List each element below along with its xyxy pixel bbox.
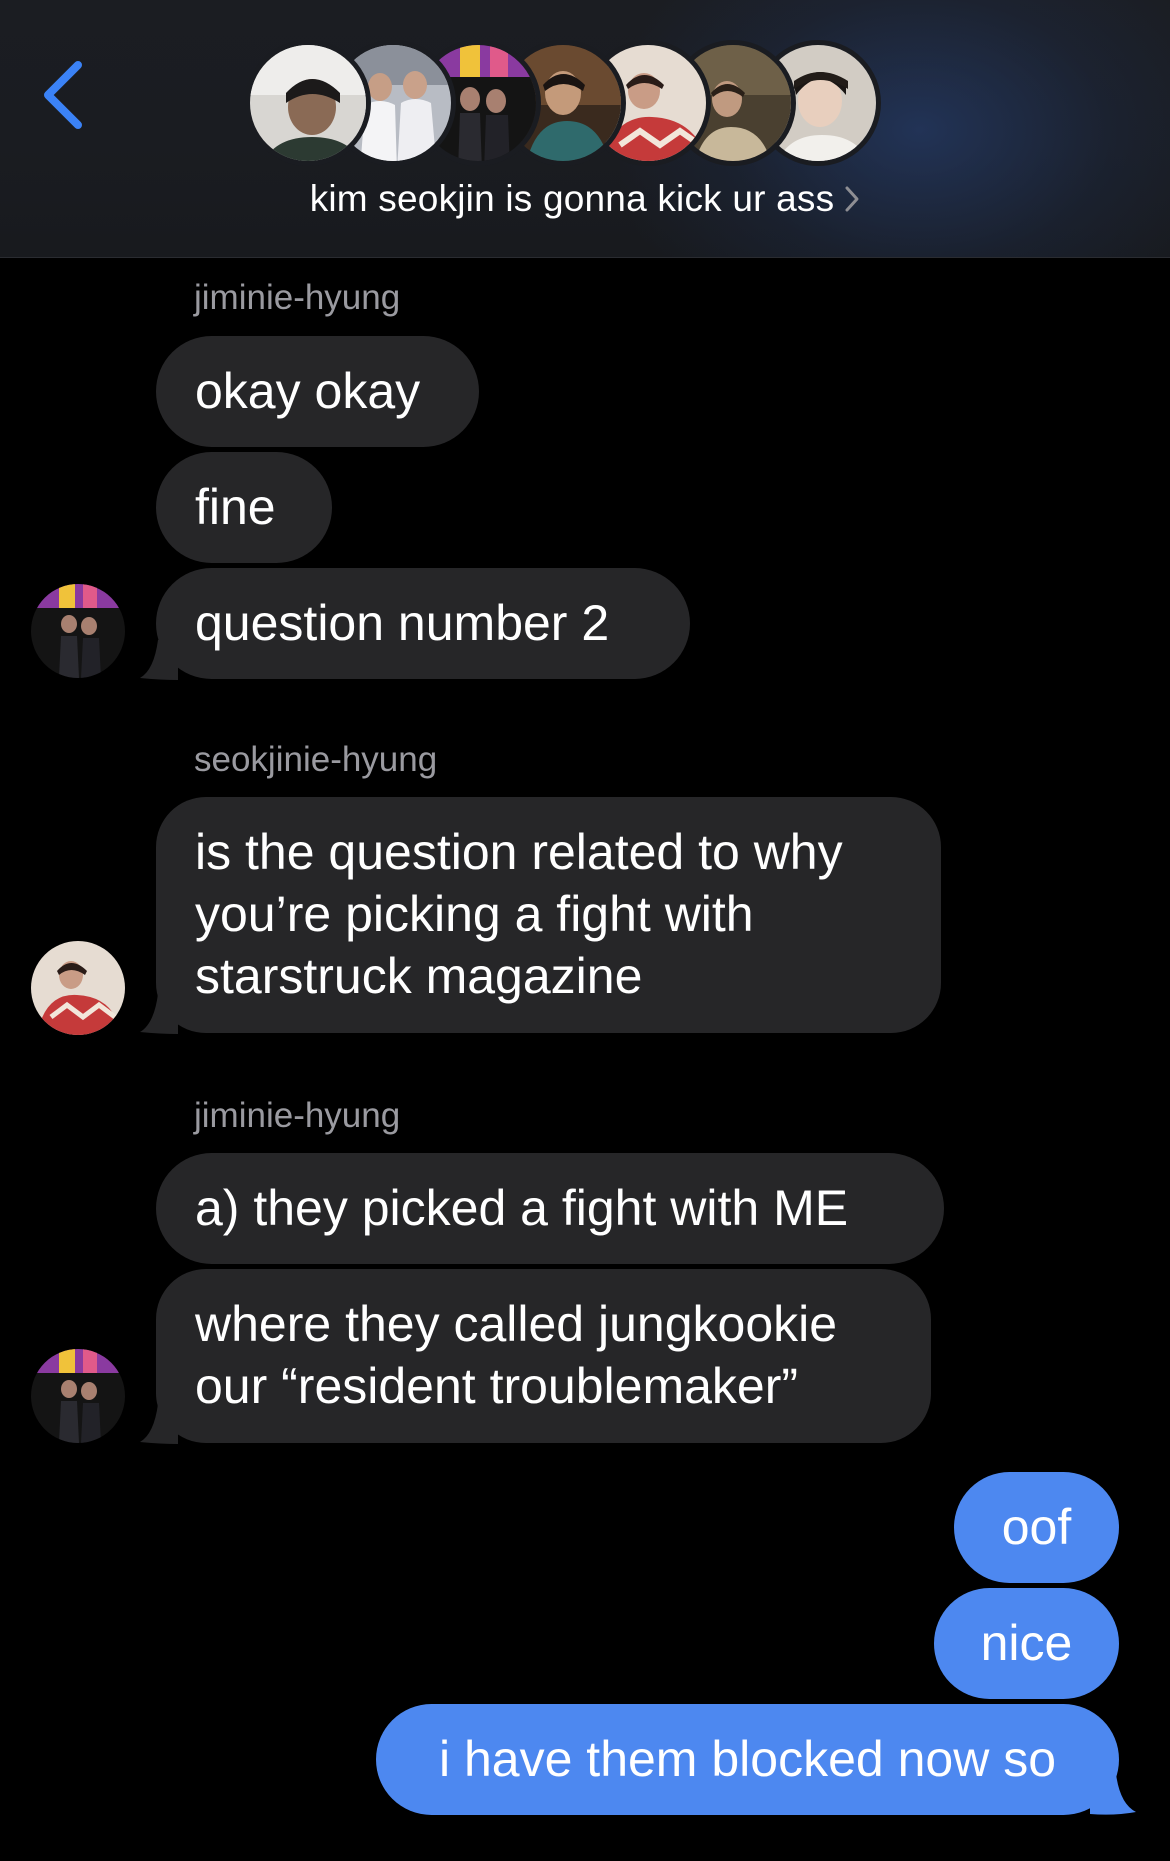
back-button[interactable]	[28, 50, 98, 140]
sender-label: jiminie-hyung	[194, 1096, 401, 1135]
message-bubble[interactable]: okay okay	[156, 336, 479, 447]
bubble-tail	[1090, 1774, 1136, 1815]
sender-label: jiminie-hyung	[194, 278, 401, 317]
bubble-tail	[140, 1404, 178, 1444]
message-bubble[interactable]: where they called jungkookie our “reside…	[156, 1269, 931, 1443]
group-title[interactable]: kim seokjin is gonna kick ur ass	[0, 178, 1170, 222]
sender-photo	[31, 1349, 125, 1443]
message-bubble[interactable]: fine	[156, 452, 332, 563]
group-name: kim seokjin is gonna kick ur ass	[309, 178, 835, 219]
conversation-header: kim seokjin is gonna kick ur ass	[0, 0, 1170, 258]
sender-avatar-jimin[interactable]	[31, 584, 125, 678]
message-bubble-outgoing[interactable]: i have them blocked now so	[376, 1704, 1119, 1815]
message-bubble[interactable]: a) they picked a fight with ME	[156, 1153, 944, 1264]
bubble-tail	[140, 640, 178, 680]
message-bubble-outgoing[interactable]: oof	[954, 1472, 1119, 1583]
sender-avatar-jimin[interactable]	[31, 1349, 125, 1443]
sender-photo	[31, 941, 125, 1035]
chevron-left-icon	[44, 61, 82, 129]
sender-photo	[31, 584, 125, 678]
sender-avatar-seokjin[interactable]	[31, 941, 125, 1035]
group-avatars[interactable]	[245, 40, 925, 166]
message-bubble[interactable]: is the question related to why you’re pi…	[156, 797, 941, 1033]
sender-label: seokjinie-hyung	[194, 740, 438, 779]
message-bubble[interactable]: question number 2	[156, 568, 690, 679]
chevron-right-icon	[844, 180, 860, 222]
bubble-tail	[140, 994, 178, 1034]
message-bubble-outgoing[interactable]: nice	[934, 1588, 1119, 1699]
member-avatar-1	[245, 40, 371, 166]
